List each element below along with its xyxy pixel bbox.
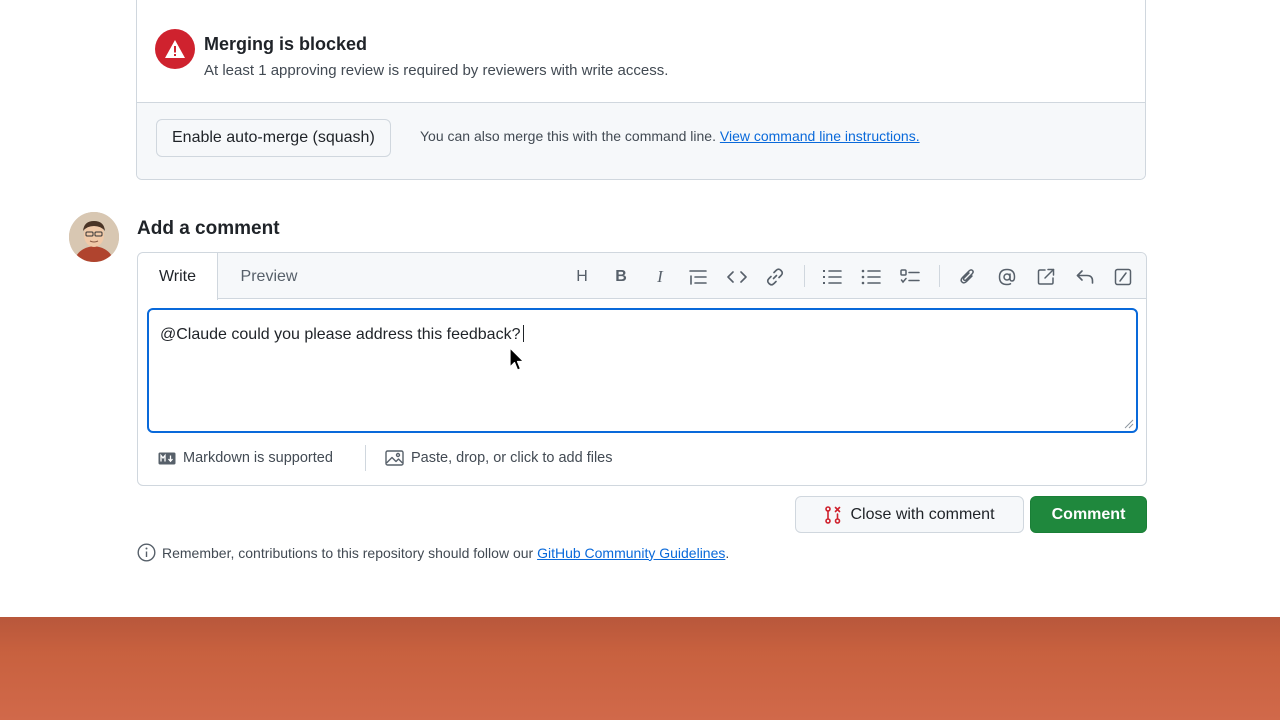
alert-icon	[155, 29, 195, 69]
guidelines-suffix: .	[725, 544, 730, 561]
footer-divider	[365, 445, 366, 471]
command-line-instructions-link[interactable]: View command line instructions.	[720, 128, 920, 144]
merge-actions: Enable auto-merge (squash) You can also …	[137, 103, 1145, 179]
close-with-comment-button[interactable]: Close with comment	[795, 496, 1024, 533]
slash-command-icon[interactable]	[1111, 265, 1135, 289]
cross-reference-icon[interactable]	[1034, 265, 1058, 289]
merge-status-box: Merging is blocked At least 1 approving …	[136, 0, 1146, 180]
comment-editor: Write Preview H B I @Claude could you pl…	[137, 252, 1147, 486]
community-guidelines-link[interactable]: GitHub Community Guidelines	[537, 545, 725, 561]
guidelines-text: Remember, contributions to this reposito…	[162, 544, 534, 561]
add-files-label: Paste, drop, or click to add files	[411, 450, 613, 466]
merge-status-header: Merging is blocked At least 1 approving …	[137, 0, 1145, 103]
mention-icon[interactable]	[995, 265, 1019, 289]
contribution-guidelines-note: Remember, contributions to this reposito…	[137, 543, 729, 562]
add-comment-heading: Add a comment	[137, 218, 280, 239]
avatar[interactable]	[69, 212, 119, 262]
comment-text[interactable]: @Claude could you please address this fe…	[160, 325, 525, 344]
toolbar-divider	[939, 265, 940, 287]
bold-icon[interactable]: B	[609, 265, 633, 289]
merge-status-title: Merging is blocked	[204, 34, 368, 54]
numbered-list-icon[interactable]	[820, 265, 844, 289]
command-line-hint: You can also merge this with the command…	[420, 128, 920, 144]
image-icon	[385, 450, 404, 466]
tab-write[interactable]: Write	[138, 253, 218, 300]
quote-icon[interactable]	[686, 265, 710, 289]
heading-icon[interactable]: H	[570, 265, 594, 289]
resize-handle[interactable]	[1124, 419, 1134, 429]
comment-text-value: @Claude could you please address this fe…	[160, 326, 521, 343]
toolbar-divider	[804, 265, 805, 287]
add-files-button[interactable]: Paste, drop, or click to add files	[385, 450, 613, 466]
editor-tabbar: Write Preview H B I	[138, 253, 1146, 300]
markdown-label: Markdown is supported	[183, 450, 333, 466]
comment-button[interactable]: Comment	[1030, 496, 1147, 533]
italic-icon[interactable]: I	[648, 265, 672, 289]
task-list-icon[interactable]	[898, 265, 922, 289]
background-band	[0, 617, 1280, 720]
text-caret	[523, 325, 525, 342]
tab-preview[interactable]: Preview	[220, 253, 318, 300]
info-icon	[137, 543, 156, 562]
markdown-supported[interactable]: Markdown is supported	[158, 450, 333, 466]
command-line-text: You can also merge this with the command…	[420, 128, 716, 144]
markdown-icon	[158, 452, 176, 464]
comment-textarea[interactable]: @Claude could you please address this fe…	[147, 308, 1138, 433]
code-icon[interactable]	[725, 265, 749, 289]
closed-pr-icon	[825, 505, 841, 524]
enable-auto-merge-button[interactable]: Enable auto-merge (squash)	[156, 119, 391, 157]
link-icon[interactable]	[763, 265, 787, 289]
merge-status-subtitle: At least 1 approving review is required …	[204, 62, 669, 79]
close-with-comment-label: Close with comment	[850, 505, 995, 523]
attach-icon[interactable]	[956, 265, 980, 289]
bulleted-list-icon[interactable]	[859, 265, 883, 289]
reply-icon[interactable]	[1073, 265, 1097, 289]
mouse-cursor-icon	[509, 347, 525, 371]
